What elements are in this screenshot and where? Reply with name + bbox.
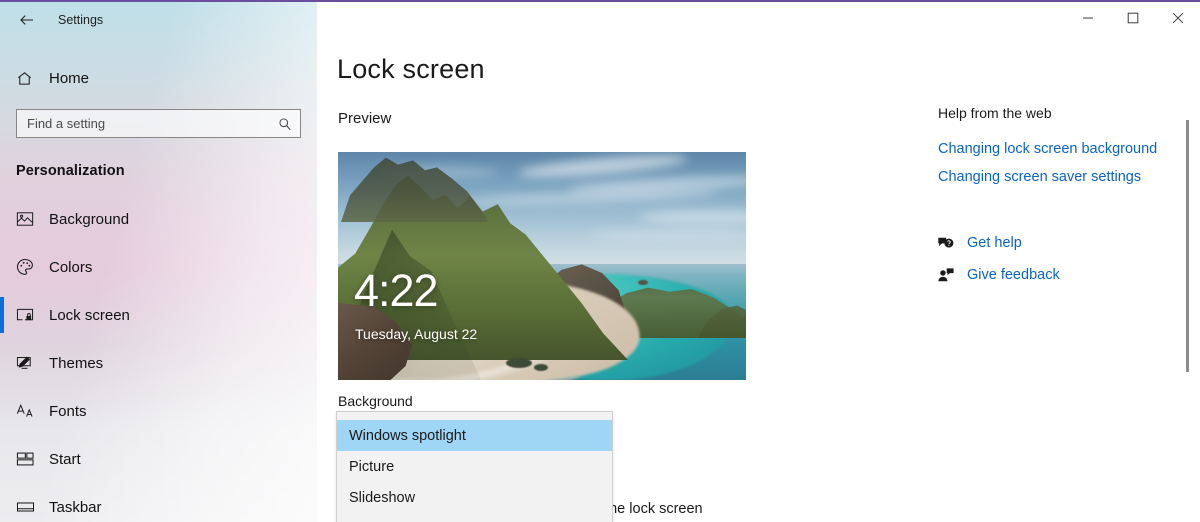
maximize-button[interactable] (1110, 2, 1155, 34)
preview-rock (638, 280, 648, 285)
feedback-person-icon (935, 265, 957, 285)
lock-screen-preview: 4:22 Tuesday, August 22 (338, 152, 746, 380)
vertical-scrollbar[interactable] (1186, 120, 1189, 372)
window-controls (1065, 2, 1200, 34)
sidebar-item-background[interactable]: Background (0, 195, 317, 243)
close-button[interactable] (1155, 2, 1200, 34)
back-arrow-icon[interactable] (12, 7, 42, 33)
sidebar-item-themes[interactable]: Themes (0, 339, 317, 387)
sidebar-item-label: Background (49, 210, 130, 228)
taskbar-icon (16, 497, 40, 517)
preview-heading: Preview (338, 110, 392, 127)
sidebar-item-label: Lock screen (49, 306, 130, 324)
lock-screen-icon (16, 305, 40, 325)
palette-icon (16, 257, 40, 277)
sidebar-titlebar: Settings (0, 2, 317, 38)
preview-clock-time: 4:22 (354, 265, 439, 316)
sidebar-item-label: Colors (49, 258, 93, 276)
sidebar-item-label: Themes (49, 354, 104, 372)
app-title: Settings (58, 13, 104, 27)
sidebar-item-start[interactable]: Start (0, 435, 317, 483)
get-help-action[interactable]: Get help (935, 233, 1022, 253)
search-icon[interactable] (278, 117, 292, 131)
dropdown-option-label: Slideshow (349, 489, 416, 506)
start-icon (16, 449, 40, 469)
sidebar-item-colors[interactable]: Colors (0, 243, 317, 291)
help-link-lock-screen-background[interactable]: Changing lock screen background (938, 141, 1157, 157)
sidebar: Settings Home Personalization (0, 2, 317, 522)
sidebar-item-taskbar[interactable]: Taskbar (0, 483, 317, 522)
sidebar-item-home[interactable]: Home (0, 60, 317, 96)
home-icon (16, 70, 40, 87)
background-dropdown-list[interactable]: Windows spotlight Picture Slideshow (336, 411, 613, 522)
minimize-button[interactable] (1065, 2, 1110, 34)
fonts-icon (16, 401, 40, 421)
preview-clock-date: Tuesday, August 22 (355, 326, 478, 342)
dropdown-option-slideshow[interactable]: Slideshow (337, 482, 612, 513)
give-feedback-label: Give feedback (967, 267, 1060, 283)
give-feedback-action[interactable]: Give feedback (935, 265, 1060, 285)
question-bubble-icon (935, 233, 957, 253)
search-input[interactable] (17, 116, 300, 131)
sidebar-item-label: Start (49, 450, 81, 468)
sidebar-item-label-home: Home (49, 69, 90, 87)
dropdown-option-picture[interactable]: Picture (337, 451, 612, 482)
dropdown-option-label: Windows spotlight (349, 427, 466, 444)
page-title: Lock screen (337, 54, 485, 84)
help-section-title: Help from the web (938, 105, 1052, 121)
sidebar-nav-list: Background Colors Lock screen Themes Fon… (0, 195, 317, 522)
preview-rock (534, 364, 548, 371)
search-box[interactable] (16, 109, 301, 138)
sidebar-item-label: Fonts (49, 402, 87, 420)
main-content: Lock screen Preview 4:22 Tuesday, August… (317, 2, 1200, 522)
settings-window: Settings Home Personalization (0, 0, 1200, 522)
themes-icon (16, 353, 40, 373)
sidebar-item-lock-screen[interactable]: Lock screen (0, 291, 317, 339)
selection-indicator (0, 297, 4, 333)
preview-rock (506, 358, 532, 368)
sidebar-item-label: Taskbar (49, 498, 102, 516)
get-help-label: Get help (967, 235, 1022, 251)
dropdown-option-label: Picture (349, 458, 395, 475)
image-icon (16, 209, 40, 229)
dropdown-option-windows-spotlight[interactable]: Windows spotlight (337, 420, 612, 451)
help-link-screen-saver-settings[interactable]: Changing screen saver settings (938, 169, 1141, 185)
background-field-label: Background (338, 393, 413, 409)
sidebar-section-title: Personalization (16, 163, 125, 179)
sidebar-item-fonts[interactable]: Fonts (0, 387, 317, 435)
